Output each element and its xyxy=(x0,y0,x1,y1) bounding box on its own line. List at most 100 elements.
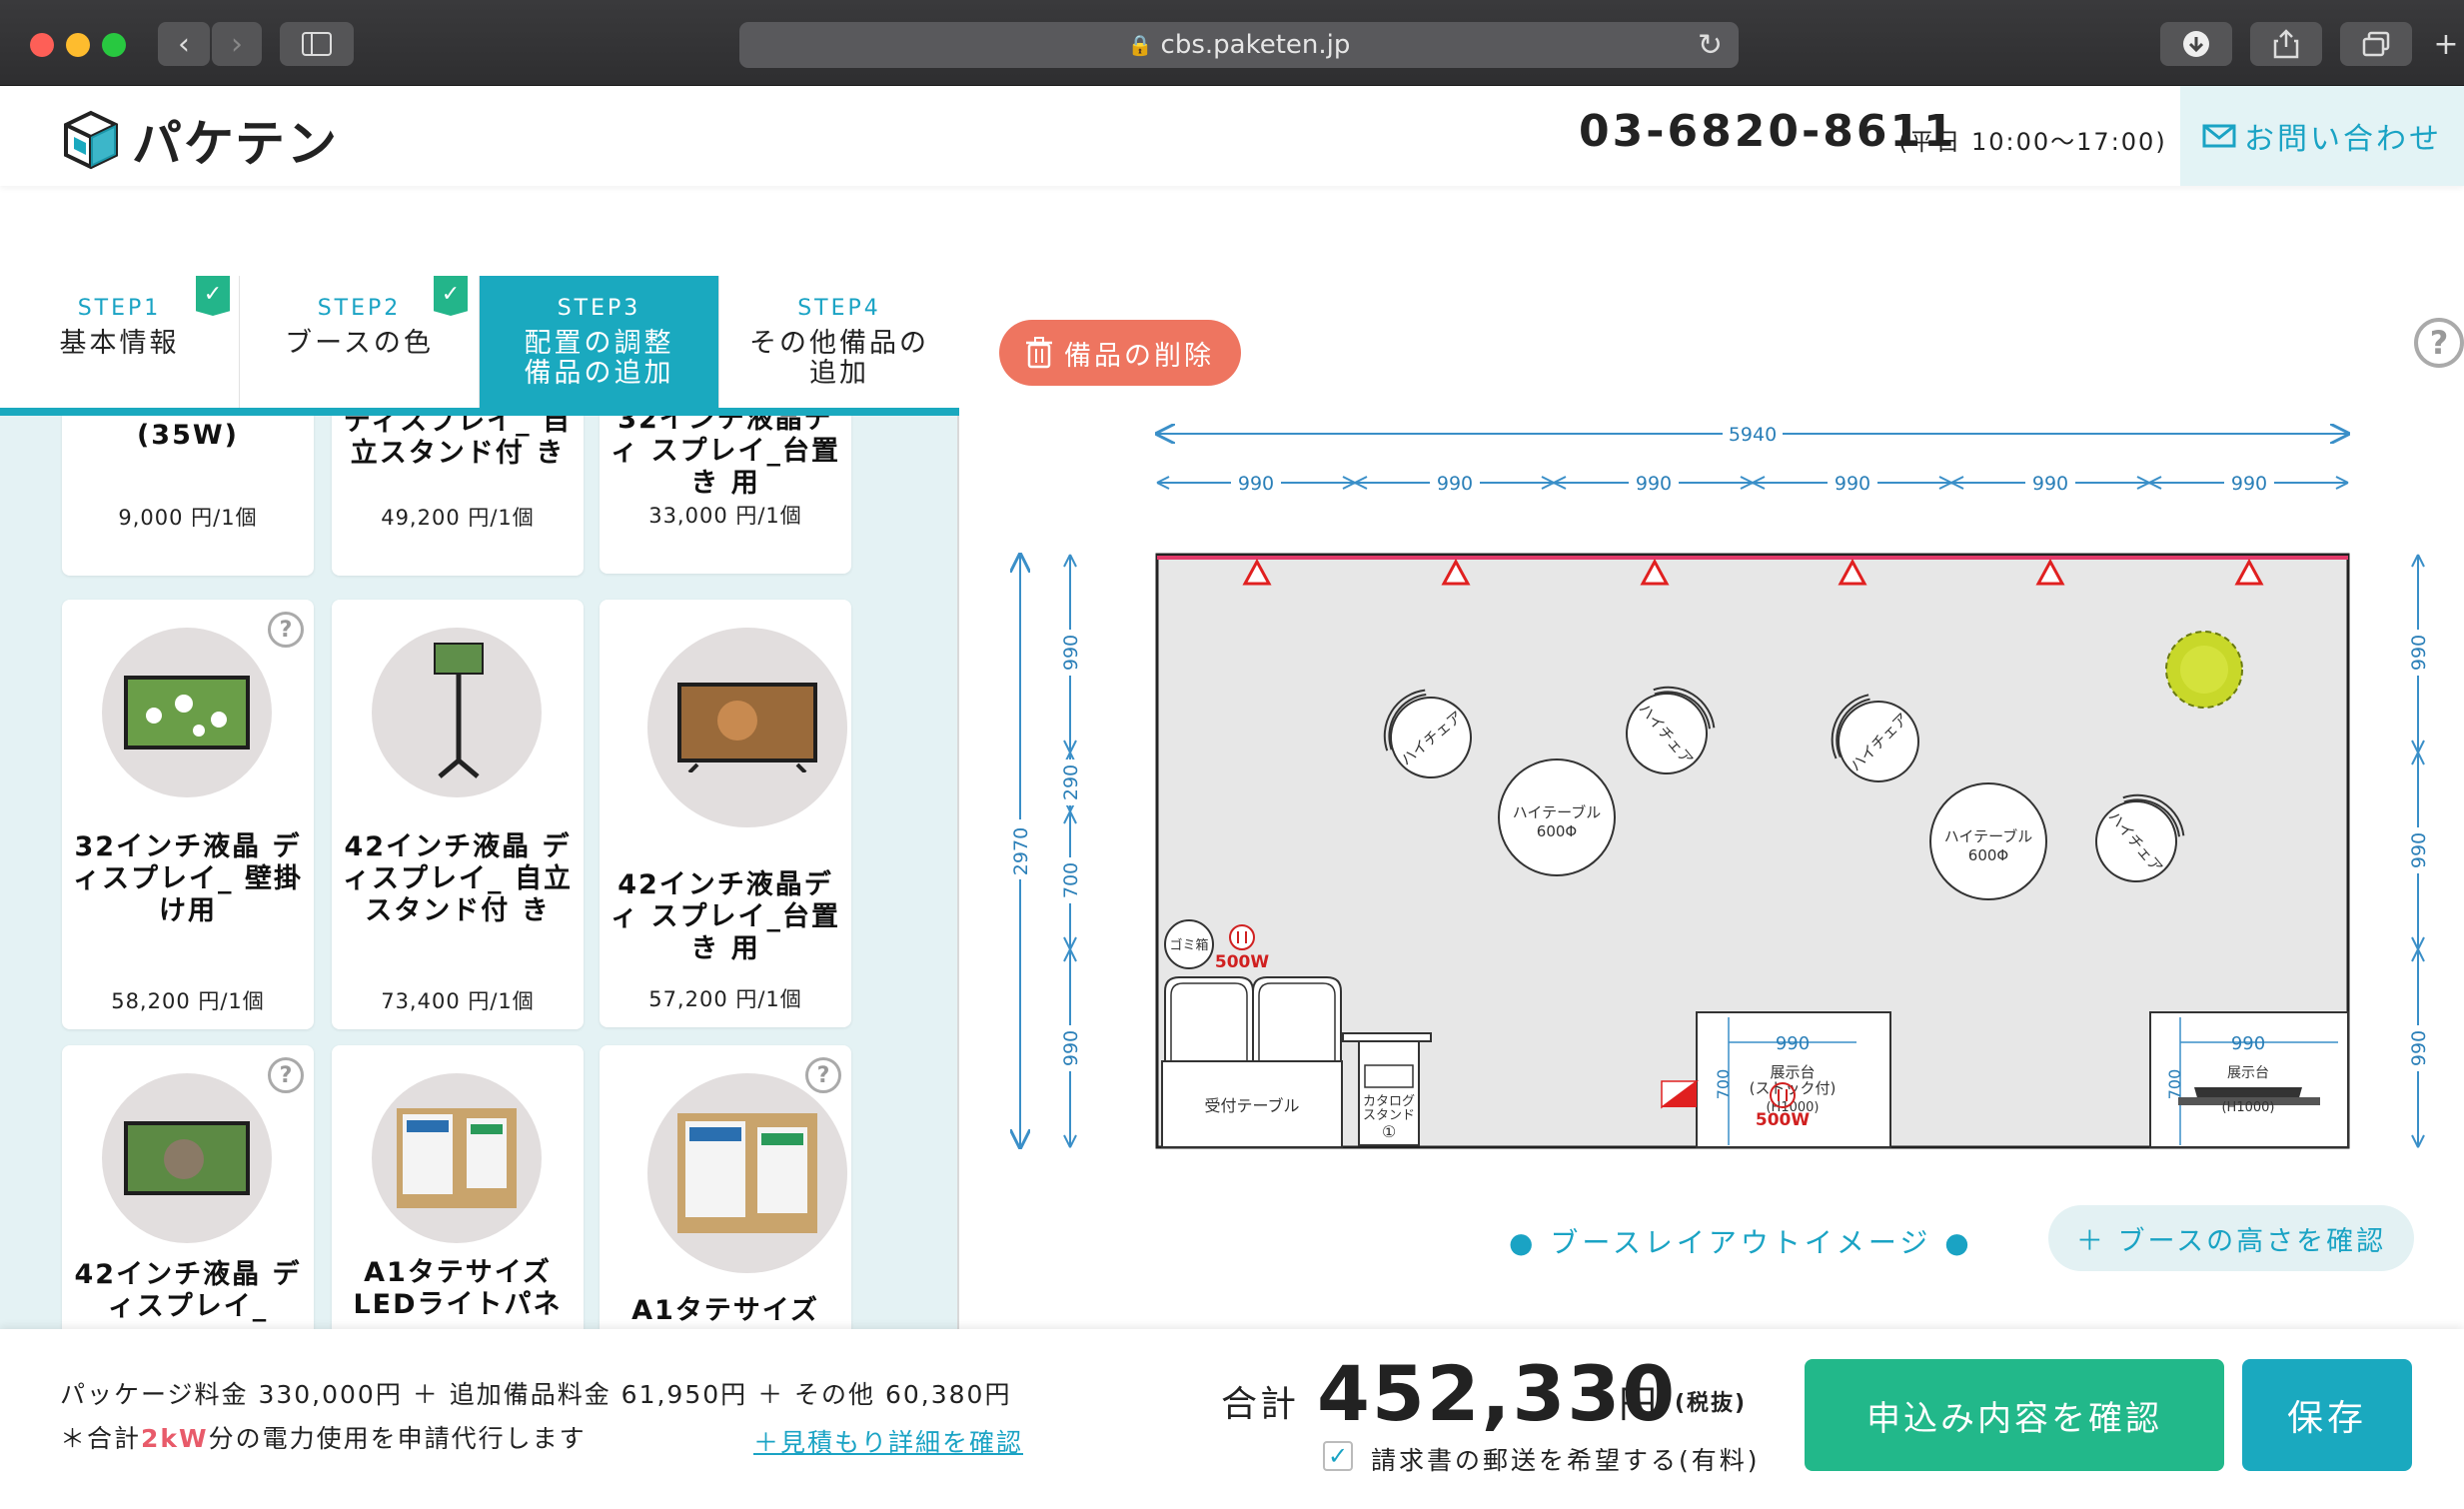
help-icon[interactable]: ? xyxy=(268,612,304,648)
delete-item-button[interactable]: 備品の削除 xyxy=(999,320,1241,386)
tv-stand-icon xyxy=(434,643,484,778)
browser-window: ‹ › 🔒 cbs.paketen.jp ↻ + パケテン 03-6820-86… xyxy=(0,0,2464,1509)
product-card[interactable]: 42インチ液晶 ディスプレイ_ 自立スタンド付 き 73,400 円/1個 xyxy=(332,600,584,1029)
order-footer: パッケージ料金 330,000円 ＋ 追加備品料金 61,950円 ＋ その他 … xyxy=(0,1329,2464,1509)
product-image xyxy=(647,1073,847,1273)
sidebar-toggle-button[interactable] xyxy=(280,22,354,66)
booth-layout-diagram[interactable]: 5940 990 990 990 990 990 990 2970 990 29… xyxy=(989,400,2438,1179)
check-icon: ✓ xyxy=(434,276,468,316)
product-price: 57,200 円/1個 xyxy=(648,987,802,1011)
svg-text:①: ① xyxy=(1382,1122,1396,1141)
tab-step1[interactable]: ✓ STEP1 基本情報 xyxy=(0,276,240,408)
tab-step2[interactable]: ✓ STEP2 ブースの色 xyxy=(240,276,480,408)
svg-text:990: 990 xyxy=(1437,473,1473,495)
tab-step3[interactable]: STEP3 配置の調整 備品の追加 xyxy=(480,276,719,408)
svg-text:990: 990 xyxy=(1776,1033,1810,1054)
contact-label: お問い合わせ xyxy=(2244,122,2442,157)
estimate-detail-link[interactable]: ＋見積もり詳細を確認 xyxy=(753,1423,1023,1459)
svg-text:990: 990 xyxy=(1060,635,1082,671)
layout-caption: ● ブースレイアウトイメージ ● xyxy=(1509,1226,1973,1259)
downloads-button[interactable] xyxy=(2160,22,2232,66)
tab-step4[interactable]: STEP4 その他備品の 追加 xyxy=(719,276,959,408)
product-image xyxy=(372,628,542,797)
product-price: 58,200 円/1個 xyxy=(111,989,265,1013)
step-label: 配置の調整 備品の追加 xyxy=(524,328,674,389)
minimize-window-button[interactable] xyxy=(66,33,90,57)
tv-tabletop-icon xyxy=(677,683,817,772)
total-label: 合計 xyxy=(1221,1384,1300,1425)
confirm-order-button[interactable]: 申込み内容を確認 xyxy=(1805,1359,2224,1471)
total-currency: 円 xyxy=(1619,1382,1658,1426)
high-table[interactable]: ハイテーブル 600Φ xyxy=(1498,758,1616,876)
product-name: 42インチ液晶ディ スプレイ_台置き 用 xyxy=(611,869,840,964)
logo-text: パケテン xyxy=(132,115,339,173)
url-text: cbs.paketen.jp xyxy=(1160,30,1351,60)
svg-text:受付テーブル: 受付テーブル xyxy=(1204,1096,1299,1115)
booth-height-button[interactable]: ＋ ブースの高さを確認 xyxy=(2048,1205,2414,1271)
new-tab-button[interactable]: + xyxy=(2428,22,2464,66)
address-bar[interactable]: 🔒 cbs.paketen.jp ↻ xyxy=(739,22,1739,68)
business-hours: (平日 10:00〜17:00) xyxy=(1898,128,2167,156)
product-price: 33,000 円/1個 xyxy=(648,504,802,528)
delete-item-label: 備品の削除 xyxy=(1064,340,1214,372)
maximize-window-button[interactable] xyxy=(102,33,126,57)
product-card[interactable]: ? 32インチ液晶 ディスプレイ_ 壁掛け用 58,200 円/1個 xyxy=(62,600,314,1029)
product-image xyxy=(372,1073,542,1243)
help-icon[interactable]: ? xyxy=(2414,318,2464,368)
forward-button[interactable]: › xyxy=(212,22,262,66)
product-card[interactable]: A1タテサイズ LEDライトパネ xyxy=(332,1045,584,1329)
product-name: A1タテサイズLED xyxy=(631,1295,819,1329)
step-number: STEP4 xyxy=(797,296,881,321)
mail-invoice-label[interactable]: 請求書の郵送を希望する(有料) xyxy=(1371,1441,1761,1477)
svg-text:700: 700 xyxy=(1714,1069,1733,1100)
share-icon xyxy=(2273,29,2299,59)
share-button[interactable] xyxy=(2250,22,2322,66)
save-button[interactable]: 保存 xyxy=(2242,1359,2412,1471)
product-card[interactable]: 42インチ液晶ディ スプレイ_台置き 用 57,200 円/1個 xyxy=(600,600,851,1027)
depth-total-label: 2970 xyxy=(1010,827,1032,875)
svg-text:700: 700 xyxy=(2165,1069,2184,1100)
back-button[interactable]: ‹ xyxy=(158,22,210,66)
product-card[interactable]: (35W) 9,000 円/1個 xyxy=(62,416,314,576)
svg-text:700: 700 xyxy=(1060,862,1082,898)
svg-text:990: 990 xyxy=(2408,832,2430,868)
tabs-overview-button[interactable] xyxy=(2340,22,2412,66)
tv-display-stand[interactable]: 990 700 展示台 32 (H1000) xyxy=(2149,1011,2349,1148)
tv-wall-icon xyxy=(124,676,250,750)
reception-table[interactable]: 受付テーブル xyxy=(1161,976,1343,1148)
trash-bin[interactable]: ゴミ箱 xyxy=(1164,919,1214,969)
svg-text:600Φ: 600Φ xyxy=(1968,846,2008,864)
help-icon[interactable]: ? xyxy=(268,1057,304,1093)
led-panel-icon xyxy=(397,1108,517,1208)
close-window-button[interactable] xyxy=(30,33,54,57)
product-card[interactable]: ? A1タテサイズLED xyxy=(600,1045,851,1329)
high-table[interactable]: ハイテーブル 600Φ xyxy=(1929,782,2047,900)
svg-text:スタンド: スタンド xyxy=(1363,1108,1415,1123)
step-label: その他備品の 追加 xyxy=(749,328,929,389)
help-icon[interactable]: ? xyxy=(805,1057,841,1093)
plant-icon[interactable] xyxy=(2165,631,2243,709)
product-card[interactable]: 32インチ液晶ディ スプレイ_台置き 用 33,000 円/1個 xyxy=(600,416,851,574)
tabs-icon xyxy=(2362,31,2390,57)
step-label: 基本情報 xyxy=(59,328,180,359)
check-icon: ✓ xyxy=(196,276,230,316)
svg-text:990: 990 xyxy=(1060,1030,1082,1066)
svg-text:990: 990 xyxy=(2408,635,2430,671)
led-panel-large-icon xyxy=(677,1113,817,1233)
product-card[interactable]: ディスプレイ_ 自立スタンド付 き 49,200 円/1個 xyxy=(332,416,584,576)
svg-text:600Φ: 600Φ xyxy=(1537,822,1577,840)
contact-button[interactable]: お問い合わせ xyxy=(2180,86,2464,186)
product-price: 73,400 円/1個 xyxy=(381,989,535,1013)
site-logo[interactable]: パケテン xyxy=(60,104,339,176)
step-tabs: ✓ STEP1 基本情報 ✓ STEP2 ブースの色 STEP3 配置の調整 備… xyxy=(0,276,959,416)
mail-invoice-checkbox[interactable]: ✓ xyxy=(1323,1441,1353,1471)
mail-icon xyxy=(2202,124,2236,148)
svg-text:ゴミ箱: ゴミ箱 xyxy=(1169,937,1208,953)
svg-text:290: 290 xyxy=(1060,764,1082,800)
power-kw: 2kW xyxy=(141,1424,209,1453)
product-card[interactable]: ? 42インチ液晶 ディスプレイ_ xyxy=(62,1045,314,1329)
svg-text:990: 990 xyxy=(1238,473,1274,495)
display-stand[interactable]: 990 700 展示台 (ストック付) (H1000) 500W xyxy=(1661,1011,1891,1148)
reload-icon[interactable]: ↻ xyxy=(1698,28,1723,63)
product-image xyxy=(102,1073,272,1243)
